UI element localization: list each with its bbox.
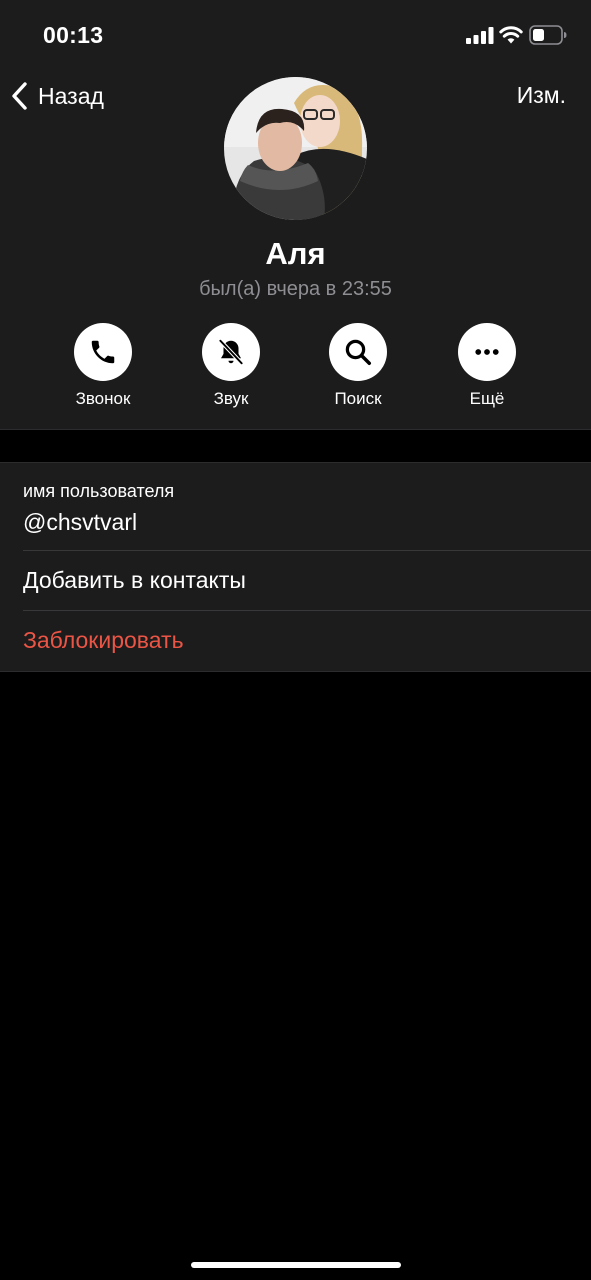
mute-button[interactable]: Звук bbox=[176, 323, 286, 409]
username-caption: имя пользователя bbox=[23, 481, 175, 501]
more-icon bbox=[475, 349, 499, 355]
call-circle bbox=[74, 323, 132, 381]
username-value: @chsvtvarl bbox=[23, 509, 138, 535]
call-button[interactable]: Звонок bbox=[48, 323, 158, 409]
cellular-signal-icon bbox=[466, 27, 494, 44]
wifi-icon bbox=[499, 26, 523, 44]
search-circle bbox=[329, 323, 387, 381]
profile-header: 00:13 Назад Изм. Аля был(а) вчера в 23:5… bbox=[0, 0, 591, 430]
status-bar: 00:13 bbox=[0, 0, 591, 70]
more-circle bbox=[458, 323, 516, 381]
phone-icon bbox=[91, 340, 115, 364]
avatar[interactable] bbox=[224, 77, 367, 220]
add-contact-label: Добавить в контакты bbox=[23, 567, 246, 593]
profile-name: Аля bbox=[265, 236, 326, 271]
add-contact-row[interactable]: Добавить в контакты bbox=[0, 551, 591, 610]
info-section: имя пользователя @chsvtvarl Добавить в к… bbox=[0, 462, 591, 672]
search-label: Поиск bbox=[334, 389, 382, 408]
edit-button[interactable]: Изм. bbox=[517, 82, 566, 109]
mute-circle bbox=[202, 323, 260, 381]
more-button[interactable]: Ещё bbox=[432, 323, 542, 409]
chevron-left-icon bbox=[12, 82, 27, 110]
status-time: 00:13 bbox=[43, 22, 104, 48]
search-button[interactable]: Поиск bbox=[303, 323, 413, 409]
back-button[interactable]: Назад bbox=[10, 78, 104, 114]
back-label: Назад bbox=[38, 82, 104, 109]
mute-label: Звук bbox=[213, 389, 249, 408]
bell-slash-icon bbox=[218, 338, 244, 366]
last-seen-status: был(а) вчера в 23:55 bbox=[199, 278, 392, 300]
block-row[interactable]: Заблокировать bbox=[0, 611, 591, 670]
avatar-photo bbox=[224, 77, 367, 220]
call-label: Звонок bbox=[75, 389, 131, 408]
username-row[interactable]: имя пользователя @chsvtvarl bbox=[0, 463, 591, 550]
search-icon bbox=[345, 339, 371, 365]
battery-icon bbox=[529, 25, 567, 45]
block-label: Заблокировать bbox=[23, 627, 184, 653]
home-indicator[interactable] bbox=[191, 1262, 401, 1268]
more-label: Ещё bbox=[469, 389, 505, 408]
